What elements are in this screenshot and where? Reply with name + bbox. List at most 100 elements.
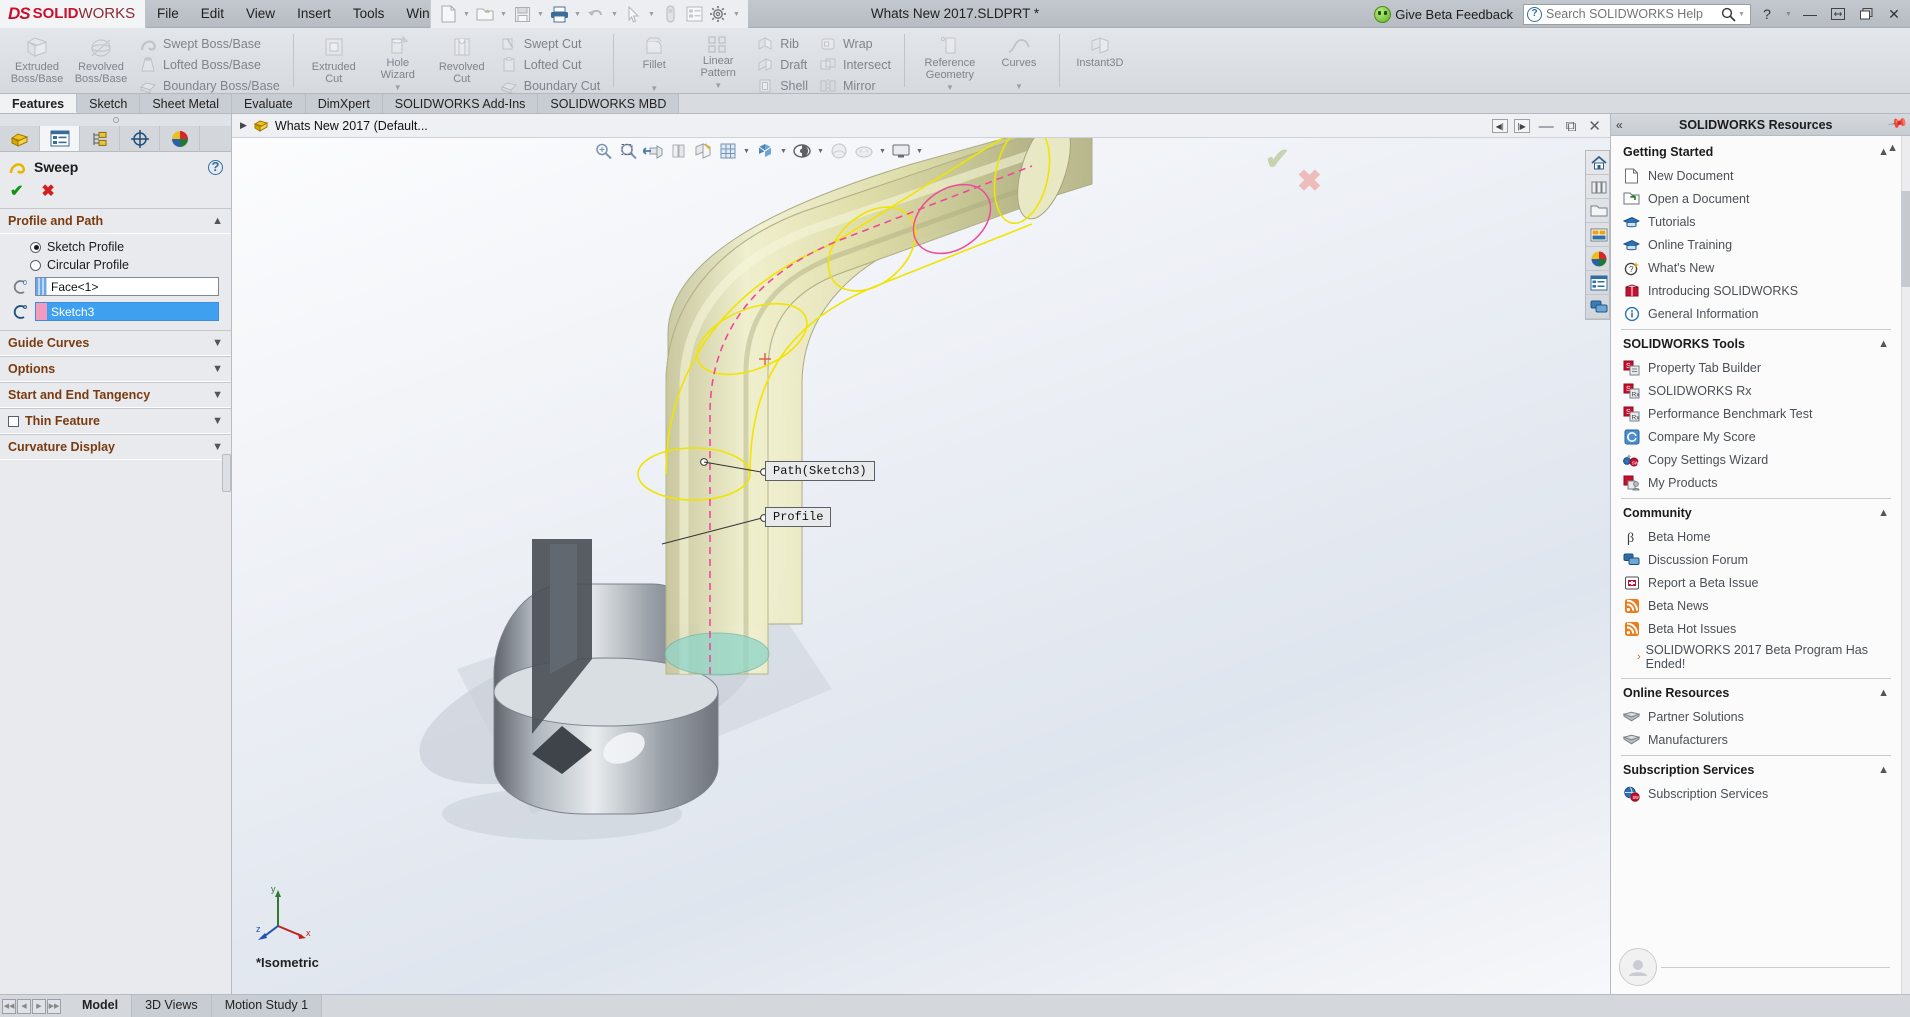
resource-performance-benchmark-test[interactable]: SRx Performance Benchmark Test [1621,402,1891,425]
chevron-down-icon[interactable]: ▼ [212,415,223,427]
apply-scene-icon[interactable] [828,140,850,162]
rib-button[interactable]: Rib [751,33,812,54]
panel-splitter[interactable] [222,454,231,492]
section-curvature-display[interactable]: Curvature Display ▼ [0,434,231,460]
resources-section-getting-started[interactable]: Getting Started ▲ [1621,138,1891,164]
solidworks-logo[interactable]: DS SOLIDWORKS [0,0,146,28]
boundary-cut-button[interactable]: Boundary Cut [495,75,604,96]
chevron-up-icon[interactable]: ▲ [1878,146,1889,158]
previous-icon[interactable]: ◀ [17,999,31,1014]
draft-button[interactable]: Draft [751,54,812,75]
view-palette-icon[interactable] [1586,223,1610,247]
rebuild-icon[interactable] [659,2,681,26]
resource-beta-program-ended-link[interactable]: › SOLIDWORKS 2017 Beta Program Has Ended… [1621,640,1891,674]
close-button[interactable]: ✕ [1882,3,1906,25]
chevron-up-icon[interactable]: ▲ [1878,507,1889,519]
profile-selection-box[interactable]: Face<1> [35,277,219,296]
zoom-to-fit-icon[interactable] [592,140,614,162]
search-caret-icon[interactable]: ▼ [1736,11,1747,18]
display-manager-icon[interactable] [160,126,200,151]
callout-path[interactable]: Path(Sketch3) [765,461,875,481]
bottom-tab-3d-views[interactable]: 3D Views [132,995,212,1017]
resource-tutorials[interactable]: Tutorials [1621,210,1891,233]
file-explorer-icon[interactable] [1586,199,1610,223]
linear-pattern-caret-icon[interactable]: ▼ [714,80,722,92]
previous-view-icon[interactable] [642,140,664,162]
chevron-down-icon[interactable]: ▼ [212,441,223,453]
swept-boss-base-button[interactable]: Swept Boss/Base [134,33,284,54]
feature-manager-tree-icon[interactable] [0,126,40,151]
resource-whats-new[interactable]: ? What's New [1621,256,1891,279]
resource-open-document[interactable]: Open a Document [1621,187,1891,210]
callout-profile[interactable]: Profile [765,507,831,527]
dock-right-icon[interactable]: |▶ [1514,119,1530,133]
chevron-up-icon[interactable]: ▲ [1878,764,1889,776]
close-icon[interactable]: ✕ [1585,117,1604,135]
profile-avatar[interactable] [1619,948,1657,986]
select-caret-icon[interactable]: ▼ [646,11,657,18]
undo-icon[interactable] [585,2,607,26]
cancel-button[interactable]: ✖ [41,181,54,201]
resource-my-products[interactable]: My Products [1621,471,1891,494]
tab-sketch[interactable]: Sketch [77,94,140,113]
menu-tools[interactable]: Tools [342,0,396,28]
bottom-tab-motion-study[interactable]: Motion Study 1 [212,995,322,1017]
instant3d-button[interactable]: Instant3D [1069,31,1131,69]
large-checkmark-icon[interactable]: ✔ [1265,142,1290,177]
appearances-icon[interactable] [1586,247,1610,271]
hole-wizard-caret-icon[interactable]: ▼ [394,82,402,94]
extruded-boss-base-button[interactable]: Extruded Boss/Base [6,31,68,85]
minimize-icon[interactable]: — [1536,118,1557,135]
restore-icon[interactable]: ⧉ [1563,118,1580,135]
shell-button[interactable]: Shell [751,75,812,96]
ok-button[interactable]: ✔ [10,181,23,201]
section-guide-curves[interactable]: Guide Curves ▼ [0,330,231,356]
resource-compare-my-score[interactable]: Compare My Score [1621,425,1891,448]
mirror-button[interactable]: Mirror [814,75,895,96]
chevron-down-icon[interactable]: ▼ [212,337,223,349]
resource-online-training[interactable]: Online Training [1621,233,1891,256]
undo-caret-icon[interactable]: ▼ [609,11,620,18]
chevron-up-icon[interactable]: ▲ [1878,687,1889,699]
curves-button[interactable]: Curves ▼ [988,31,1050,93]
help-button[interactable]: ? [1755,3,1779,25]
view-orientation-icon[interactable] [692,140,714,162]
configuration-manager-icon[interactable] [80,126,120,151]
resource-new-document[interactable]: New Document [1621,164,1891,187]
property-manager-icon[interactable] [40,126,80,151]
resources-section-subscription-services[interactable]: Subscription Services ▲ [1621,755,1891,782]
section-view-icon[interactable] [667,140,689,162]
graphics-area[interactable]: ▶ Whats New 2017 (Default... ◀| |▶ — ⧉ ✕ [232,114,1610,994]
resource-manufacturers[interactable]: Manufacturers [1621,728,1891,751]
resources-section-online-resources[interactable]: Online Resources ▲ [1621,678,1891,705]
resource-beta-home[interactable]: β Beta Home [1621,525,1891,548]
path-selection-box[interactable]: Sketch3 [35,302,219,321]
help-search-box[interactable]: ? ▼ [1523,4,1751,25]
options-icon[interactable] [707,2,729,26]
revolved-boss-base-button[interactable]: Revolved Boss/Base [70,31,132,85]
home-icon[interactable] [1586,151,1610,175]
fillet-button[interactable]: Fillet ▼ [623,31,685,95]
print-caret-icon[interactable]: ▼ [572,11,583,18]
last-icon[interactable]: ▶▶ [47,999,61,1014]
help-caret-icon[interactable]: ▼ [1783,11,1794,18]
restore-button[interactable] [1826,3,1850,25]
save-caret-icon[interactable]: ▼ [535,11,546,18]
chevron-down-icon[interactable]: ▼ [212,389,223,401]
tab-features[interactable]: Features [0,94,77,113]
panel-resize-handle[interactable] [0,114,231,126]
dock-left-icon[interactable]: ◀| [1492,119,1508,133]
open-document-icon[interactable] [474,2,496,26]
file-properties-icon[interactable] [683,2,705,26]
first-icon[interactable]: ◀◀ [2,999,16,1014]
chevron-up-icon[interactable]: ▲ [212,215,223,227]
section-start-and-end-tangency[interactable]: Start and End Tangency ▼ [0,382,231,408]
resource-discussion-forum[interactable]: Discussion Forum [1621,548,1891,571]
view-selector-icon[interactable] [717,140,739,162]
resource-subscription-services[interactable]: sw Subscription Services [1621,782,1891,805]
menu-insert[interactable]: Insert [286,0,342,28]
give-beta-feedback-button[interactable]: Give Beta Feedback [1395,7,1513,22]
resource-beta-news[interactable]: Beta News [1621,594,1891,617]
new-document-icon[interactable] [437,2,459,26]
resources-section-solidworks-tools[interactable]: SOLIDWORKS Tools ▲ [1621,329,1891,356]
